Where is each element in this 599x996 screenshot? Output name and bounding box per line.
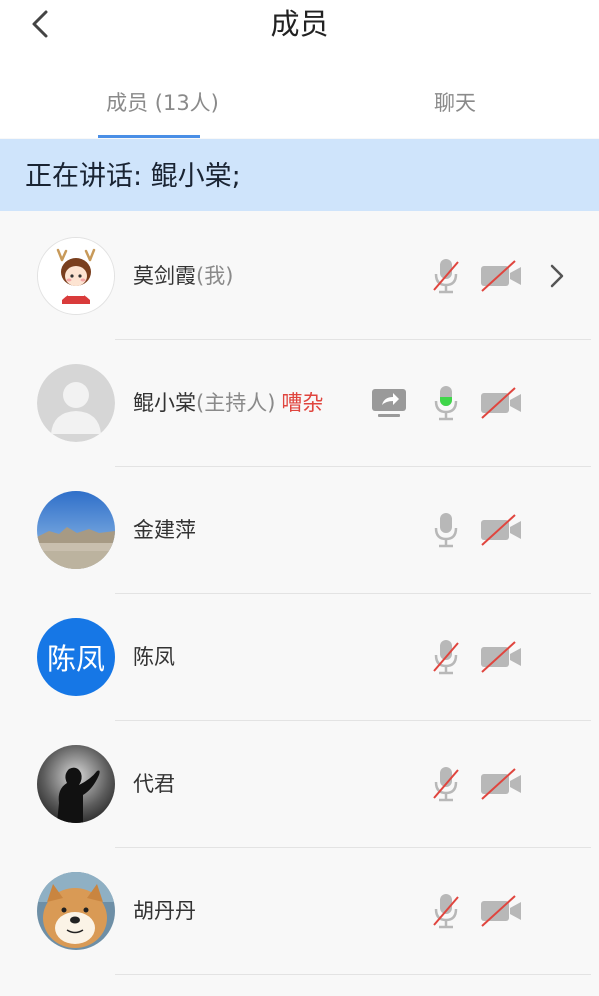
avatar	[37, 237, 115, 315]
camera-off-icon[interactable]	[479, 383, 523, 423]
member-name: 陈凤	[133, 645, 175, 669]
member-row[interactable]: 莫剑霞(我)	[0, 213, 599, 340]
camera-off-icon[interactable]	[479, 256, 523, 296]
mic-muted-icon[interactable]	[431, 764, 461, 804]
avatar-initials: 陈凤	[37, 618, 115, 696]
camera-off-icon[interactable]	[479, 637, 523, 677]
member-name: 金建萍	[133, 518, 196, 542]
member-row[interactable]: 金建萍	[0, 467, 599, 594]
mic-muted-icon[interactable]	[431, 637, 461, 677]
avatar	[37, 745, 115, 823]
mic-speaking-icon[interactable]	[431, 383, 461, 423]
avatar	[37, 491, 115, 569]
member-row[interactable]: 代君	[0, 721, 599, 848]
chevron-right-icon[interactable]	[546, 261, 568, 291]
tab-chat[interactable]: 聊天	[400, 86, 510, 120]
avatar: 陈凤	[37, 618, 115, 696]
noisy-badge: 嘈杂	[281, 391, 324, 415]
avatar	[37, 872, 115, 950]
member-row[interactable]: 陈凤 陈凤	[0, 594, 599, 721]
mic-muted-icon[interactable]	[431, 256, 461, 296]
member-name: 莫剑霞(我)	[133, 264, 234, 288]
avatar	[37, 364, 115, 442]
member-name: 代君	[133, 772, 175, 796]
member-name: 鲲小棠(主持人) 嘈杂	[133, 391, 324, 415]
member-role: (我)	[196, 264, 234, 288]
divider	[115, 974, 591, 975]
tab-members[interactable]: 成员 (13人)	[80, 86, 245, 120]
mic-muted-icon[interactable]	[431, 891, 461, 931]
active-tab-indicator	[98, 135, 200, 138]
camera-off-icon[interactable]	[479, 510, 523, 550]
member-name: 胡丹丹	[133, 899, 196, 923]
mic-icon[interactable]	[431, 510, 461, 550]
member-row[interactable]: 胡丹丹	[0, 848, 599, 975]
camera-off-icon[interactable]	[479, 891, 523, 931]
screen-share-icon[interactable]	[370, 383, 408, 423]
top-bar: 成员 成员 (13人) 聊天	[0, 0, 599, 138]
speaking-banner: 正在讲话: 鲲小棠;	[0, 139, 599, 211]
speaking-text: 正在讲话: 鲲小棠;	[25, 161, 241, 192]
member-role: (主持人)	[196, 391, 276, 415]
page-title: 成员	[270, 7, 329, 41]
member-row[interactable]: 鲲小棠(主持人) 嘈杂	[0, 340, 599, 467]
camera-off-icon[interactable]	[479, 764, 523, 804]
